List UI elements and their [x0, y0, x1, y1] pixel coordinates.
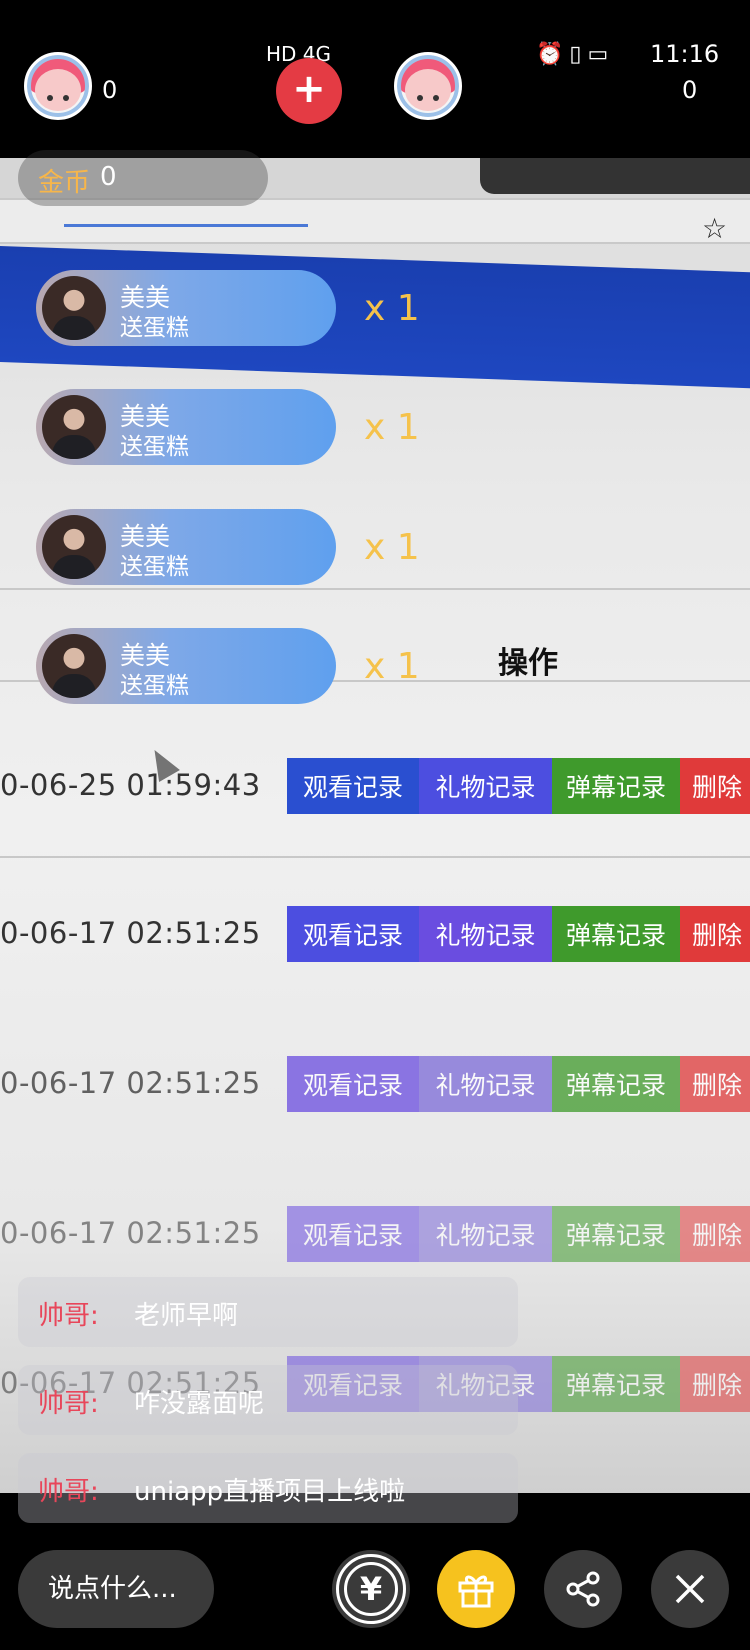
close-icon [675, 1574, 705, 1604]
chat-message: 帅哥: uniapp直播项目上线啦 [18, 1453, 518, 1523]
avatar-ring [397, 55, 459, 117]
view-record-button: 观看记录 [287, 758, 419, 814]
delete-button: 删除 [680, 758, 750, 814]
view-record-button: 观看记录 [287, 906, 419, 962]
divider [0, 856, 750, 858]
row-actions: 观看记录 礼物记录 弹幕记录 删除 [287, 1056, 750, 1112]
row-actions: 观看记录 礼物记录 弹幕记录 删除 [287, 758, 750, 814]
close-button[interactable] [651, 1550, 729, 1628]
table-row: 0-06-17 02:51:25 观看记录 礼物记录 弹幕记录 删除 [0, 1056, 750, 1116]
sender-avatar [42, 634, 106, 698]
status-icons: ⏰▯▭ [536, 42, 615, 67]
chat-text: 咋没露面呢 [134, 1389, 265, 1419]
gift-record-button: 礼物记录 [419, 758, 552, 814]
delete-button: 删除 [680, 1356, 750, 1412]
status-time: 11:16 [650, 40, 720, 68]
row-actions: 观看记录 礼物记录 弹幕记录 删除 [287, 1206, 750, 1262]
gift-count: x 1 [364, 288, 420, 329]
address-underline [64, 224, 308, 227]
host-avatar[interactable] [24, 52, 92, 120]
gift-record-button: 礼物记录 [419, 1206, 552, 1262]
chat-username[interactable]: 帅哥: [38, 1383, 99, 1420]
coin-balance: 金币 0 [18, 150, 268, 206]
danmaku-record-button: 弹幕记录 [552, 1206, 680, 1262]
chat-text: uniapp直播项目上线啦 [134, 1477, 406, 1507]
gift-description: 送蛋糕 [120, 673, 189, 699]
gift-icon [458, 1575, 494, 1608]
danmaku-record-button: 弹幕记录 [552, 906, 680, 962]
gift-notification: 美美 送蛋糕 [36, 628, 336, 704]
sender-avatar [42, 276, 106, 340]
chat-text: 老师早啊 [134, 1301, 239, 1331]
row-date: 0-06-17 02:51:25 [0, 1066, 261, 1100]
gift-record-button: 礼物记录 [419, 906, 552, 962]
gift-count: x 1 [364, 407, 420, 448]
row-actions: 观看记录 礼物记录 弹幕记录 删除 [287, 906, 750, 962]
chat-username[interactable]: 帅哥: [38, 1295, 99, 1332]
gift-button[interactable] [437, 1550, 515, 1628]
view-record-button: 观看记录 [287, 1206, 419, 1262]
table-row: 0-06-17 02:51:25 观看记录 礼物记录 弹幕记录 删除 [0, 1206, 750, 1266]
host-count: 0 [102, 76, 118, 104]
viewer-count: 0 [682, 76, 698, 104]
gift-record-button: 礼物记录 [419, 1056, 552, 1112]
row-date: 0-06-25 01:59:43 [0, 768, 261, 802]
gift-description: 送蛋糕 [120, 434, 189, 460]
delete-button: 删除 [680, 1206, 750, 1262]
gift-count: x 1 [364, 527, 420, 568]
operation-column-header: 操作 [498, 646, 558, 681]
gift-notification: 美美 送蛋糕 [36, 270, 336, 346]
chat-message: 帅哥: 老师早啊 [18, 1277, 518, 1347]
follow-plus-button[interactable]: + [276, 58, 342, 124]
avatar-ring [27, 55, 89, 117]
delete-button: 删除 [680, 906, 750, 962]
yen-coin-icon: ¥ [336, 1554, 406, 1624]
sender-avatar [42, 515, 106, 579]
gift-description: 送蛋糕 [120, 554, 189, 580]
recharge-button[interactable]: ¥ [332, 1550, 410, 1628]
coin-value: 0 [100, 162, 117, 192]
comment-input[interactable]: 说点什么... [18, 1550, 214, 1628]
row-date: 0-06-17 02:51:25 [0, 916, 261, 950]
table-row: 0-06-25 01:59:43 观看记录 礼物记录 弹幕记录 删除 [0, 758, 750, 818]
table-row: 0-06-17 02:51:25 观看记录 礼物记录 弹幕记录 删除 [0, 906, 750, 966]
danmaku-record-button: 弹幕记录 [552, 758, 680, 814]
danmaku-record-button: 弹幕记录 [552, 1056, 680, 1112]
gift-notification: 美美 送蛋糕 [36, 509, 336, 585]
divider [0, 588, 750, 590]
browser-tab-dark [480, 158, 750, 194]
chat-username[interactable]: 帅哥: [38, 1471, 99, 1508]
star-icon: ☆ [702, 212, 728, 245]
viewer-avatar[interactable] [394, 52, 462, 120]
danmaku-record-button: 弹幕记录 [552, 1356, 680, 1412]
share-button[interactable] [544, 1550, 622, 1628]
coin-label: 金币 [38, 168, 91, 198]
gift-notification: 美美 送蛋糕 [36, 389, 336, 465]
gift-description: 送蛋糕 [120, 315, 189, 341]
sender-avatar [42, 395, 106, 459]
row-date: 0-06-17 02:51:25 [0, 1216, 261, 1250]
view-record-button: 观看记录 [287, 1056, 419, 1112]
gift-count: x 1 [364, 646, 420, 687]
yen-symbol: ¥ [344, 1562, 398, 1616]
share-icon [566, 1571, 600, 1607]
chat-message: 帅哥: 咋没露面呢 [18, 1365, 518, 1435]
delete-button: 删除 [680, 1056, 750, 1112]
